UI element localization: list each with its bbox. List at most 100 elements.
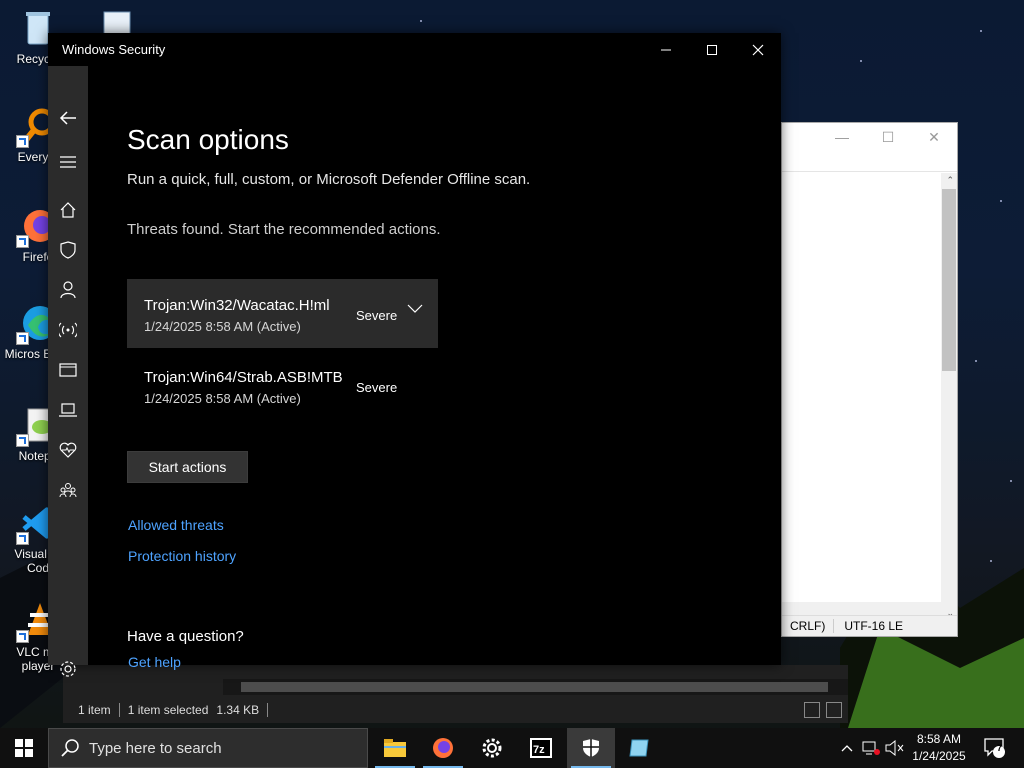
details-view-icon[interactable] [804,702,820,718]
nav-family-options[interactable] [48,475,88,505]
start-button[interactable] [0,728,48,768]
back-arrow-icon [59,111,76,125]
action-center-button[interactable]: 7 [980,728,1010,768]
navigation-rail [48,66,88,677]
nav-app-browser-control[interactable] [48,355,88,385]
svg-text:7z: 7z [533,744,545,756]
star [860,60,862,62]
threat-item[interactable]: Trojan:Win64/Strab.ASB!MTB 1/24/2025 8:5… [127,351,438,420]
nav-account-protection[interactable] [48,275,88,305]
taskbar-app-notepad[interactable] [615,728,663,768]
minimize-icon[interactable]: — [819,129,865,145]
get-help-link[interactable]: Get help [128,654,181,670]
nav-device-health[interactable] [48,435,88,465]
notepad-statusbar: CRLF) UTF-16 LE [782,615,957,636]
network-icon [862,741,880,755]
minimize-button[interactable] [643,33,689,66]
page-title: Scan options [127,124,289,155]
device-health-icon [59,442,77,458]
chevron-up-icon [841,745,853,752]
search-icon [61,739,79,757]
star [1000,200,1002,202]
clock-time: 8:58 AM [916,732,962,746]
star [975,360,977,362]
shortcut-arrow-icon [16,135,29,148]
close-button[interactable] [735,33,781,66]
taskbar-app-settings[interactable] [468,728,516,768]
line-ending-status: CRLF) [790,619,826,633]
notification-icon [984,738,1005,758]
notepad-titlebar: — ☐ ✕ [782,123,957,151]
search-placeholder: Type here to search [89,739,222,757]
notification-count-badge: 7 [997,743,1003,753]
scrollbar-thumb[interactable] [942,189,956,371]
nav-virus-protection[interactable] [48,235,88,265]
home-icon [60,202,76,218]
star [420,20,422,22]
nav-home[interactable] [48,195,88,225]
family-options-icon [59,483,77,498]
taskbar-app-7zip[interactable]: 7z [517,728,565,768]
close-icon[interactable]: ✕ [911,129,957,146]
titlebar[interactable]: Windows Security [48,33,781,66]
chevron-down-icon[interactable] [407,304,423,314]
notepad-window[interactable]: — ☐ ✕ ⌃ ⌄ CRLF) UTF-16 LE [781,122,958,637]
taskbar-app-firefox[interactable] [419,728,467,768]
menu-button[interactable] [48,147,88,177]
taskbar-clock[interactable]: 8:58 AM 1/24/2025 [906,731,972,765]
tray-overflow-button[interactable] [838,728,856,768]
back-button[interactable] [48,103,88,133]
notepad-icon [629,739,649,757]
allowed-threats-link[interactable]: Allowed threats [128,517,224,533]
scroll-up-icon[interactable]: ⌃ [946,175,954,186]
nav-firewall[interactable] [48,315,88,345]
view-toggle [804,702,842,718]
windows-security-window[interactable]: Windows Security Scan options Run a quic… [48,33,781,677]
divider [267,703,269,717]
device-security-icon [59,403,77,417]
window-title: Windows Security [62,42,166,57]
explorer-statusbar: 1 item 1 item selected 1.34 KB [63,697,848,723]
scrollbar-thumb[interactable] [241,682,828,692]
notepad-menubar [782,151,957,172]
shortcut-arrow-icon [16,332,29,345]
threat-item[interactable]: Trojan:Win32/Wacatac.H!ml 1/24/2025 8:58… [127,279,438,348]
star [980,30,982,32]
close-icon [752,44,764,55]
firewall-network-icon [59,322,77,338]
encoding-status: UTF-16 LE [833,619,911,633]
app-browser-control-icon [59,363,77,377]
threat-severity: Severe [356,380,398,395]
notepad-vertical-scrollbar[interactable]: ⌃ ⌄ [941,173,957,621]
file-explorer-icon [384,739,406,757]
taskbar-app-windows-security[interactable] [567,728,615,768]
threat-date: 1/24/2025 8:58 AM (Active) [144,319,301,334]
shortcut-arrow-icon [16,434,29,447]
nav-settings[interactable] [48,654,88,684]
page-subtitle: Run a quick, full, custom, or Microsoft … [127,171,531,188]
maximize-icon[interactable]: ☐ [865,129,911,146]
clock-date: 1/24/2025 [912,749,966,763]
large-icons-view-icon[interactable] [826,702,842,718]
minimize-icon [661,49,671,50]
maximize-button[interactable] [689,33,735,66]
start-actions-button[interactable]: Start actions [127,451,248,483]
protection-history-link[interactable]: Protection history [128,548,236,564]
file-explorer-window[interactable]: 1 item 1 item selected 1.34 KB [63,665,848,723]
help-heading: Have a question? [127,628,244,645]
notepad-horizontal-scrollbar[interactable] [782,602,941,616]
threats-found-message: Threats found. Start the recommended act… [127,221,441,238]
taskbar: Type here to search 7z 8:58 AM 1/24/2025… [0,728,1024,768]
main-content: Scan options Run a quick, full, custom, … [127,66,781,670]
tray-network[interactable] [860,728,882,768]
windows-security-icon [583,739,599,757]
settings-gear-icon [60,661,76,677]
taskbar-search-box[interactable]: Type here to search [48,728,368,768]
threat-severity: Severe [356,308,398,323]
shield-icon [60,241,76,259]
shortcut-arrow-icon [16,630,29,643]
nav-device-security[interactable] [48,395,88,425]
explorer-horizontal-scrollbar[interactable] [223,679,848,695]
tray-volume[interactable] [884,728,906,768]
taskbar-app-file-explorer[interactable] [371,728,419,768]
